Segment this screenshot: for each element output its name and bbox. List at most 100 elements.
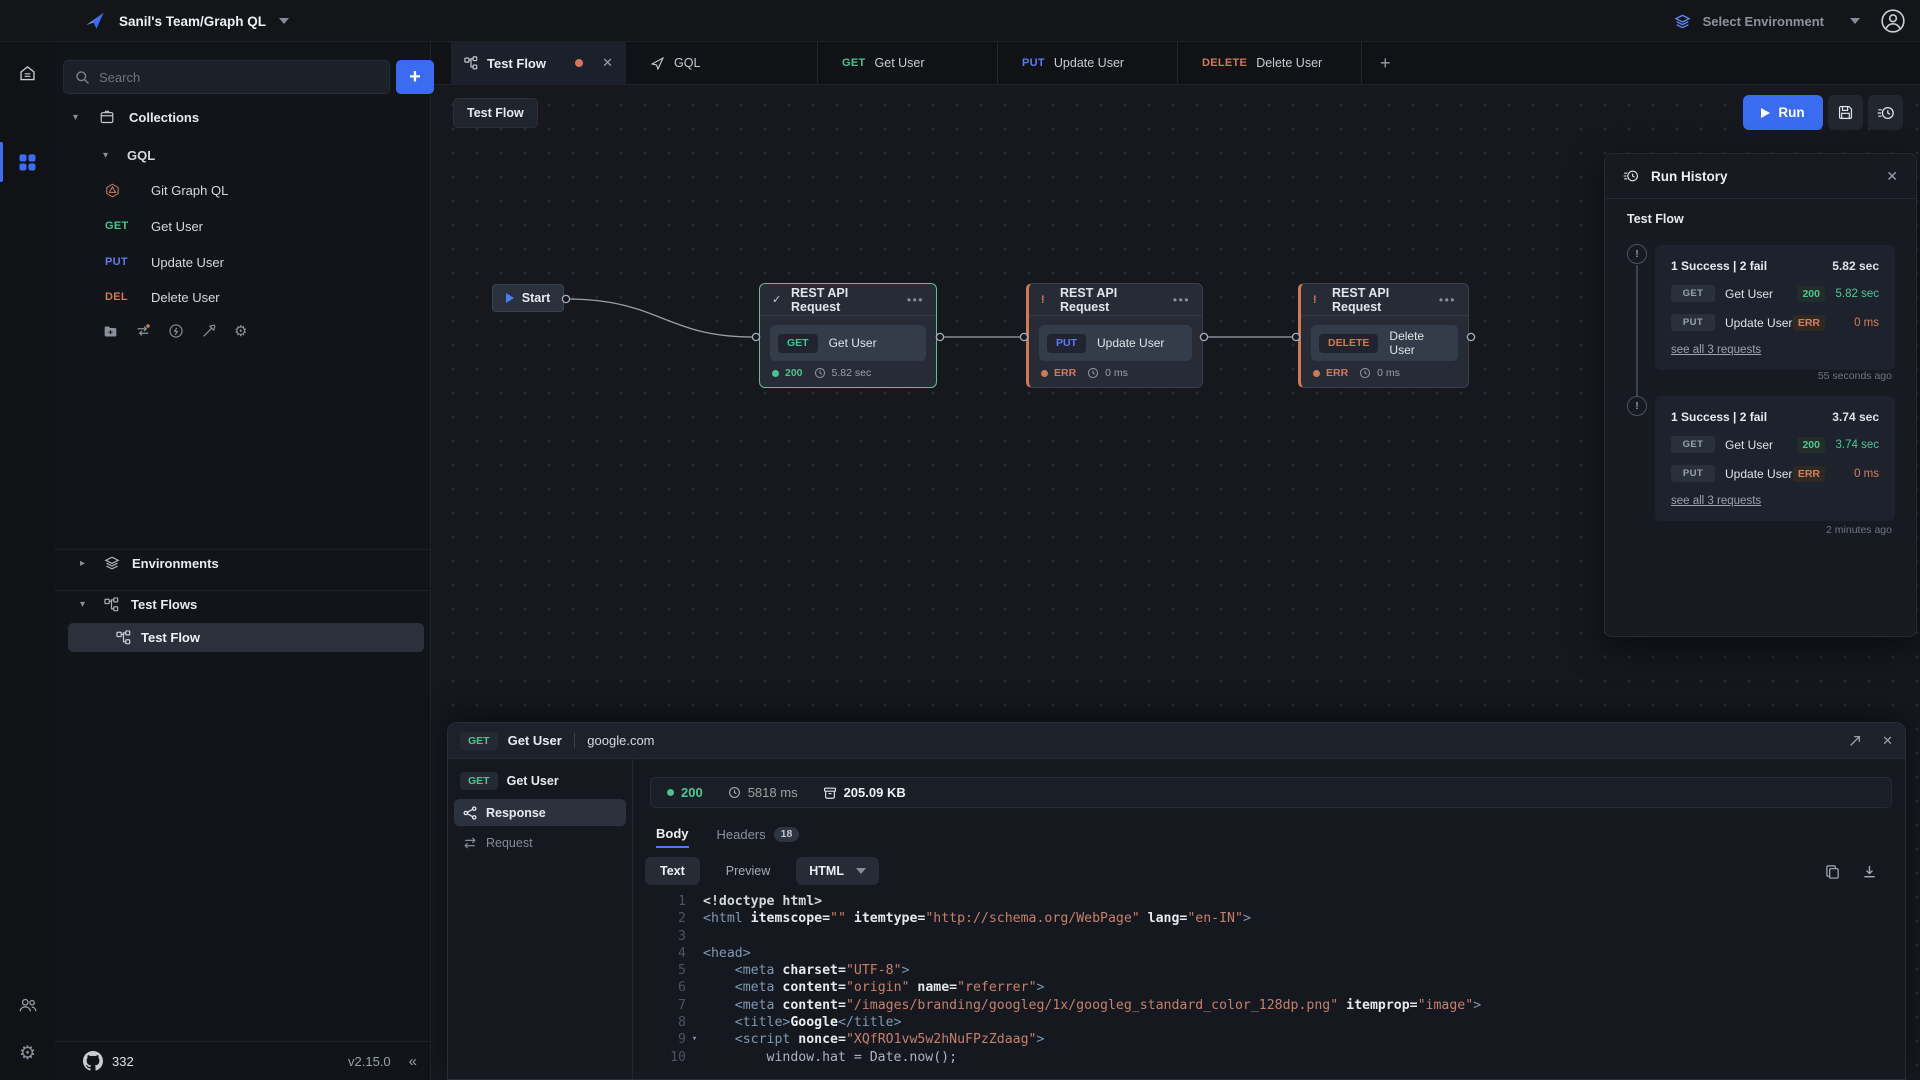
nav-response[interactable]: Response: [454, 799, 626, 826]
code-line: 8 <title>Google</title>: [648, 1014, 1905, 1031]
bolt-circle-icon[interactable]: [168, 323, 184, 339]
github-link[interactable]: 332: [83, 1051, 134, 1071]
send-icon: [650, 56, 665, 71]
tab-headers[interactable]: Headers 18: [717, 820, 800, 848]
method-chip: PUT: [1671, 465, 1715, 482]
collections-section-header[interactable]: ▾ Collections: [55, 104, 431, 130]
close-icon[interactable]: ✕: [1882, 733, 1893, 749]
line-number: 8: [648, 1014, 686, 1031]
search-box[interactable]: [63, 60, 390, 94]
close-tab-icon[interactable]: ✕: [602, 55, 613, 71]
code-text: <meta content="/images/branding/googleg/…: [703, 997, 1481, 1014]
collapse-sidebar-button[interactable]: «: [409, 1053, 417, 1070]
expand-icon[interactable]: [1848, 734, 1862, 748]
nav-request[interactable]: Request: [454, 829, 626, 856]
see-all-requests-link[interactable]: see all 3 requests: [1671, 495, 1761, 507]
code-line: 10 window.hat = Date.now();: [648, 1049, 1905, 1066]
search-input[interactable]: [99, 70, 378, 85]
method-label: GET: [105, 220, 143, 232]
status-code: ERR: [1054, 367, 1076, 379]
code-editor[interactable]: 1<!doctype html>2<html itemscope="" item…: [633, 893, 1905, 1066]
test-flow-item-selected[interactable]: Test Flow: [68, 623, 424, 652]
format-select-value: HTML: [809, 864, 844, 878]
tab-get-user[interactable]: GET Get User: [818, 42, 998, 84]
flow-node-update-user[interactable]: ! REST API Request ••• PUT Update User E…: [1026, 283, 1203, 388]
request-item-delete-user[interactable]: DEL Delete User: [55, 284, 431, 310]
edit-pen-icon[interactable]: [201, 323, 217, 339]
node-title: REST API Request: [791, 286, 898, 314]
run-card[interactable]: 1 Success | 2 fail 3.74 sec GET Get User…: [1655, 396, 1895, 521]
copy-icon[interactable]: [1825, 864, 1840, 879]
fold-caret-icon[interactable]: ▾: [686, 1031, 703, 1048]
new-folder-icon[interactable]: [103, 324, 118, 339]
tab-test-flow[interactable]: Test Flow ✕: [451, 42, 626, 84]
see-all-requests-link[interactable]: see all 3 requests: [1671, 344, 1761, 356]
request-item-git-graph-ql[interactable]: Git Graph QL: [55, 177, 431, 203]
format-select[interactable]: HTML: [796, 857, 879, 885]
save-button[interactable]: [1828, 95, 1863, 130]
fold-spacer: [686, 1049, 703, 1066]
tab-delete-user[interactable]: DELETE Delete User: [1178, 42, 1362, 84]
node-request-box[interactable]: PUT Update User: [1039, 325, 1192, 361]
node-menu-icon[interactable]: •••: [1173, 293, 1190, 307]
new-tab-button[interactable]: +: [1362, 42, 1409, 84]
method-label: GET: [842, 57, 866, 69]
check-icon: ✓: [772, 293, 782, 306]
tab-label: Update User: [1054, 56, 1124, 70]
flow-node-get-user[interactable]: ✓ REST API Request ••• GET Get User 200 …: [759, 283, 937, 388]
clock-icon: [814, 367, 826, 379]
environment-selector[interactable]: Select Environment: [1674, 0, 1860, 42]
run-button[interactable]: Run: [1743, 95, 1823, 130]
code-text: <!doctype html>: [703, 893, 822, 910]
tab-body[interactable]: Body: [656, 820, 689, 848]
chevron-down-icon: [279, 18, 289, 24]
tab-gql[interactable]: GQL: [626, 42, 818, 84]
code-line: 3: [648, 928, 1905, 945]
text-view-button[interactable]: Text: [645, 857, 700, 885]
node-request-box[interactable]: DELETE Delete User: [1311, 325, 1458, 361]
close-icon[interactable]: ✕: [1886, 168, 1898, 185]
node-menu-icon[interactable]: •••: [1439, 293, 1456, 307]
test-flows-section-header[interactable]: ▾ Test Flows: [55, 591, 431, 617]
settings-gear-icon[interactable]: ⚙: [234, 322, 247, 340]
user-avatar-icon[interactable]: [1880, 8, 1906, 34]
run-duration: 5.82 sec: [1832, 259, 1879, 273]
nav-collections-button[interactable]: [0, 140, 55, 184]
share-icon: [463, 806, 477, 820]
graphql-icon: [105, 183, 143, 198]
workspace-selector[interactable]: Sanil's Team/Graph QL: [84, 0, 289, 42]
environments-section-header[interactable]: ▸ Environments: [55, 550, 431, 576]
nav-home-button[interactable]: [0, 51, 55, 95]
timeline-marker: !: [1627, 396, 1647, 416]
nav-team-button[interactable]: [0, 983, 55, 1027]
tab-update-user[interactable]: PUT Update User: [998, 42, 1178, 84]
start-node[interactable]: Start: [492, 284, 564, 312]
preview-view-button[interactable]: Preview: [726, 864, 770, 878]
fold-spacer: [686, 997, 703, 1014]
line-number: 5: [648, 962, 686, 979]
sync-icon[interactable]: [135, 323, 151, 339]
status-dot: [667, 789, 674, 796]
flow-node-delete-user[interactable]: ! REST API Request ••• DELETE Delete Use…: [1298, 283, 1469, 388]
add-collection-button[interactable]: +: [396, 60, 434, 94]
folder-gql[interactable]: ▾ GQL: [55, 142, 431, 168]
canvas-actions: Run: [1743, 95, 1903, 130]
node-request-box[interactable]: GET Get User: [770, 325, 926, 361]
request-item-update-user[interactable]: PUT Update User: [55, 249, 431, 275]
download-icon[interactable]: [1862, 864, 1877, 879]
run-history-button[interactable]: [1868, 95, 1903, 130]
request-time: 0 ms: [1825, 468, 1879, 480]
timeline-marker: !: [1627, 244, 1647, 264]
response-meta-bar: 200 5818 ms 205.09 KB: [650, 777, 1892, 808]
status-badge: ERR: [1793, 315, 1825, 331]
flow-name-chip: Test Flow: [453, 98, 538, 128]
code-line: 5 <meta charset="UTF-8">: [648, 962, 1905, 979]
run-request-row: PUT Update User ERR 0 ms: [1671, 314, 1879, 331]
run-card[interactable]: 1 Success | 2 fail 5.82 sec GET Get User…: [1655, 245, 1895, 370]
line-number: 7: [648, 997, 686, 1014]
node-menu-icon[interactable]: •••: [907, 293, 924, 307]
request-item-get-user[interactable]: GET Get User: [55, 213, 431, 239]
nav-request-label: Request: [486, 836, 533, 850]
nav-settings-button[interactable]: ⚙: [0, 1031, 55, 1075]
code-text: <title>Google</title>: [703, 1014, 902, 1031]
